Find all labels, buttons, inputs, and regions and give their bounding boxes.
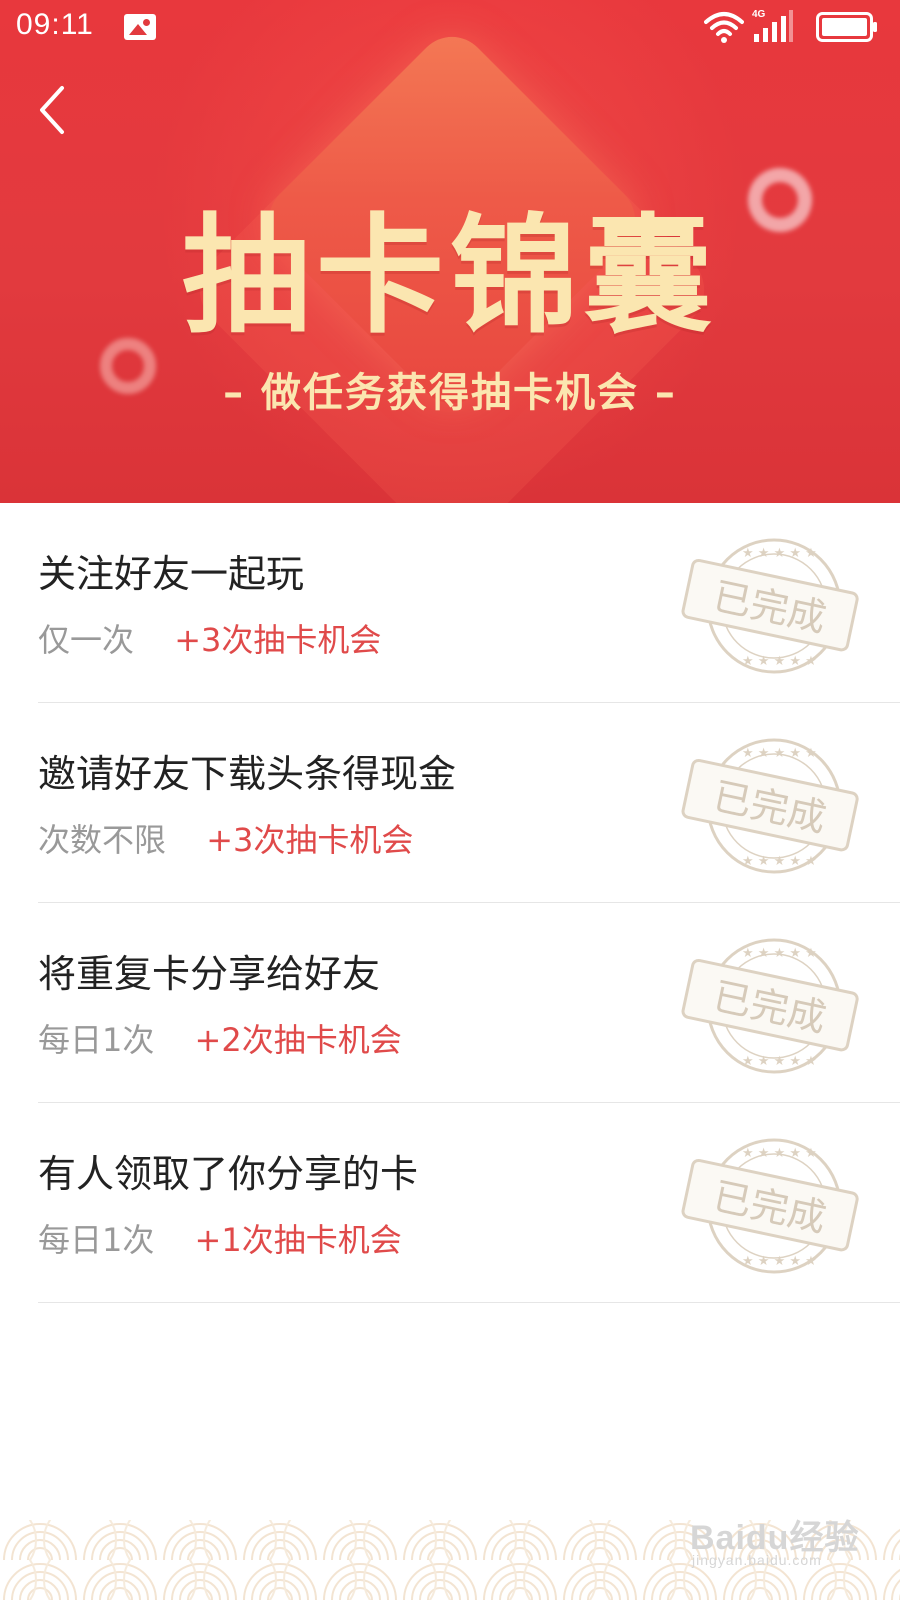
task-meta: 次数不限 +3次抽卡机会 xyxy=(38,815,413,861)
network-type-label: 4G xyxy=(752,9,766,20)
chevron-left-icon xyxy=(40,86,64,134)
svg-text:★ ★ ★ ★ ★: ★ ★ ★ ★ ★ xyxy=(742,546,817,561)
task-meta: 每日1次 +2次抽卡机会 xyxy=(38,1015,402,1061)
page-subtitle: – 做任务获得抽卡机会 – xyxy=(223,370,677,416)
watermark: Baidu经验 jingyan.baidu.com xyxy=(690,1510,860,1570)
page-title: 抽卡锦囊 xyxy=(181,202,718,351)
svg-text:★ ★ ★ ★ ★: ★ ★ ★ ★ ★ xyxy=(742,946,817,961)
watermark-sub: jingyan.baidu.com xyxy=(692,1552,822,1568)
task-reward: +1次抽卡机会 xyxy=(194,1221,402,1259)
task-meta: 每日1次 +1次抽卡机会 xyxy=(38,1215,402,1261)
task-frequency: 次数不限 xyxy=(38,821,167,859)
svg-text:★ ★ ★ ★ ★: ★ ★ ★ ★ ★ xyxy=(742,654,817,669)
svg-text:★ ★ ★ ★ ★: ★ ★ ★ ★ ★ xyxy=(742,746,817,761)
task-frequency: 仅一次 xyxy=(38,621,135,659)
completed-stamp-icon: ★ ★ ★ ★ ★ ★ ★ ★ ★ ★ 已完成 xyxy=(681,938,859,1074)
cellular-signal-icon: 4G xyxy=(752,9,793,42)
task-reward: +3次抽卡机会 xyxy=(206,821,414,859)
task-title: 关注好友一起玩 xyxy=(38,552,305,596)
status-bar: 09:11 4G xyxy=(0,0,900,56)
task-title: 有人领取了你分享的卡 xyxy=(38,1152,419,1196)
task-item-follow-friends[interactable]: 关注好友一起玩 仅一次 +3次抽卡机会 ★ ★ ★ ★ ★ ★ ★ ★ ★ ★ … xyxy=(38,503,900,703)
task-meta: 仅一次 +3次抽卡机会 xyxy=(38,615,381,661)
svg-text:★ ★ ★ ★ ★: ★ ★ ★ ★ ★ xyxy=(742,854,817,869)
back-button[interactable] xyxy=(30,78,80,142)
gallery-notification-icon xyxy=(124,14,156,40)
svg-text:★ ★ ★ ★ ★: ★ ★ ★ ★ ★ xyxy=(742,1146,817,1161)
task-reward: +2次抽卡机会 xyxy=(194,1021,402,1059)
svg-text:★ ★ ★ ★ ★: ★ ★ ★ ★ ★ xyxy=(742,1254,817,1269)
task-frequency: 每日1次 xyxy=(38,1021,155,1059)
svg-text:★ ★ ★ ★ ★: ★ ★ ★ ★ ★ xyxy=(742,1054,817,1069)
task-title: 将重复卡分享给好友 xyxy=(38,952,381,996)
task-item-share-duplicate-card[interactable]: 将重复卡分享给好友 每日1次 +2次抽卡机会 ★ ★ ★ ★ ★ ★ ★ ★ ★… xyxy=(38,903,900,1103)
task-list: 关注好友一起玩 仅一次 +3次抽卡机会 ★ ★ ★ ★ ★ ★ ★ ★ ★ ★ … xyxy=(0,503,900,1303)
header-banner: 09:11 4G 抽卡锦囊 – 做任务获得抽卡机会 – xyxy=(0,0,900,503)
task-item-invite-friends[interactable]: 邀请好友下载头条得现金 次数不限 +3次抽卡机会 ★ ★ ★ ★ ★ ★ ★ ★… xyxy=(38,703,900,903)
completed-stamp-icon: ★ ★ ★ ★ ★ ★ ★ ★ ★ ★ 已完成 xyxy=(681,738,859,874)
battery-icon xyxy=(816,12,877,42)
status-time: 09:11 xyxy=(16,8,94,41)
task-title: 邀请好友下载头条得现金 xyxy=(38,752,457,796)
task-item-card-claimed[interactable]: 有人领取了你分享的卡 每日1次 +1次抽卡机会 ★ ★ ★ ★ ★ ★ ★ ★ … xyxy=(38,1103,900,1303)
task-reward: +3次抽卡机会 xyxy=(174,621,382,659)
completed-stamp-icon: ★ ★ ★ ★ ★ ★ ★ ★ ★ ★ 已完成 xyxy=(681,538,859,674)
wifi-icon xyxy=(704,12,744,43)
task-frequency: 每日1次 xyxy=(38,1221,155,1259)
completed-stamp-icon: ★ ★ ★ ★ ★ ★ ★ ★ ★ ★ 已完成 xyxy=(681,1138,859,1274)
